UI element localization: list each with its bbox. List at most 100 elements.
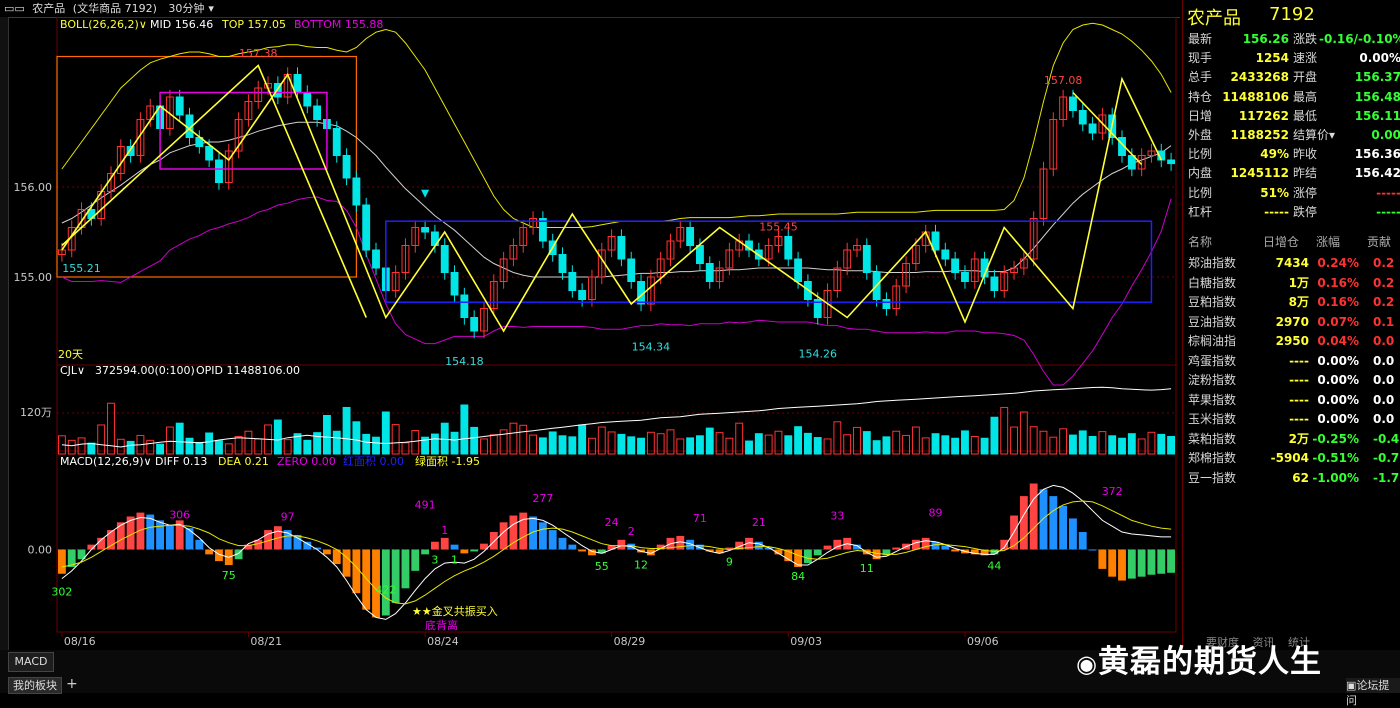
table-row[interactable]: 豆一指数 62 -1.00% -1.7: [1183, 469, 1400, 488]
table-row[interactable]: 苹果指数 ---- 0.00% 0.0: [1183, 391, 1400, 410]
volume-bar: [175, 422, 184, 455]
quote-value: 49%: [1260, 147, 1289, 162]
macd-annotation: 9: [726, 555, 733, 568]
volume-bar: [165, 426, 174, 455]
quote-value: 0.00%: [1359, 51, 1400, 66]
macd-bar: [1069, 518, 1077, 550]
x-tick-label: 09/06: [967, 635, 999, 648]
title-bar: ▭▭ 农产品 (文华商品 7192) 30分钟 ▾: [0, 0, 1180, 18]
trend-line: [61, 72, 1163, 333]
macd-bar: [470, 549, 479, 552]
window-icon[interactable]: ▭▭: [4, 2, 25, 15]
volume-bar: [362, 433, 371, 455]
macd-bar: [489, 532, 498, 550]
table-row[interactable]: 郑棉指数 -5904 -0.51% -0.7: [1183, 449, 1400, 468]
macd-bar: [578, 549, 587, 552]
volume-bar: [322, 415, 331, 455]
macd-annotation: 2: [628, 525, 635, 538]
volume-bar: [745, 440, 753, 455]
my-sector-tab[interactable]: 我的板块: [8, 677, 62, 694]
table-row[interactable]: 鸡蛋指数 ---- 0.00% 0.0: [1183, 352, 1400, 371]
volume-bar: [666, 429, 675, 455]
volume-bar: [705, 427, 714, 455]
macd-bar: [450, 544, 459, 550]
index-name: 鸡蛋指数: [1188, 353, 1237, 368]
candle-body: [617, 236, 626, 260]
volume-bar: [1118, 437, 1126, 455]
period-selector[interactable]: 30分钟 ▾: [164, 2, 214, 15]
macd-bar: [892, 547, 901, 550]
macd-bar: [754, 541, 763, 550]
candle-body: [205, 146, 214, 161]
table-row[interactable]: 淀粉指数 ---- 0.00% 0.0: [1183, 371, 1400, 390]
candle-body: [705, 263, 714, 282]
index-contrib: -1.7: [1373, 470, 1400, 485]
quote-label: 跌停: [1293, 204, 1318, 219]
macd-bar: [1019, 496, 1028, 550]
price-annotation: 155.45: [759, 221, 798, 234]
index-oi: -5904: [1270, 451, 1309, 465]
candle-body: [568, 272, 577, 291]
macd-annotation: 33: [830, 509, 844, 522]
forum-button[interactable]: ▣论坛提问: [1346, 678, 1400, 707]
volume-bar: [1167, 436, 1176, 455]
volume-bar: [862, 431, 871, 455]
macd-bar: [460, 549, 469, 554]
volume-bar: [931, 433, 940, 455]
volume-bar: [853, 426, 861, 455]
column-header[interactable]: 名称: [1188, 233, 1212, 252]
index-change: 0.00%: [1317, 353, 1359, 368]
index-name: 豆粕指数: [1188, 295, 1237, 309]
volume-bar: [1010, 426, 1018, 455]
macd-bar: [1059, 505, 1068, 550]
table-row[interactable]: 白糖指数 1万 0.16% 0.2: [1183, 274, 1400, 293]
add-tab-icon[interactable]: +: [66, 676, 78, 692]
macd-bar: [1049, 496, 1058, 550]
candle-body: [313, 105, 322, 120]
candle-body: [862, 245, 871, 273]
x-tick-label: 08/16: [64, 635, 96, 648]
volume-bar: [794, 426, 803, 455]
quote-value: 0.00: [1371, 128, 1400, 142]
macd-tab[interactable]: MACD: [8, 652, 54, 672]
macd-zero-label: 0.00: [28, 544, 53, 557]
zone-box: [56, 55, 357, 278]
quote-label: 比例: [1188, 147, 1213, 162]
macd-bar: [1029, 483, 1038, 550]
boll-label: BOLL(26,26,2)∨: [60, 18, 147, 31]
quote-value: 51%: [1260, 185, 1289, 200]
candle-body: [372, 249, 380, 269]
volume-bar: [813, 437, 822, 455]
volume-bar: [548, 431, 557, 455]
table-row[interactable]: 豆粕指数 8万 0.16% 0.2: [1183, 293, 1400, 312]
volume-bar: [381, 411, 390, 455]
volume-bar: [460, 404, 469, 455]
table-row[interactable]: 菜粕指数 2万 -0.25% -0.4: [1183, 430, 1400, 449]
macd-bar: [1098, 549, 1107, 569]
column-header[interactable]: 涨幅: [1316, 233, 1340, 252]
table-row[interactable]: 棕榈油指 2950 0.04% 0.0: [1183, 332, 1400, 351]
volume-bar: [273, 419, 282, 455]
boll-mid-label: MID 156.46: [150, 18, 213, 31]
column-header[interactable]: 贡献: [1367, 233, 1391, 252]
index-oi: 1万: [1288, 275, 1309, 290]
watermark: ◉黄磊的期货人生: [1076, 644, 1322, 680]
index-contrib: 0.2: [1373, 256, 1395, 270]
quote-value: 156.37: [1354, 70, 1400, 85]
index-name: 豆一指数: [1188, 470, 1237, 485]
macd-bar: [430, 541, 439, 550]
index-contrib: 0.2: [1373, 295, 1395, 309]
index-name: 郑油指数: [1188, 256, 1237, 270]
candle-body: [293, 74, 302, 93]
volume-bar: [470, 426, 479, 455]
table-row[interactable]: 玉米指数 ---- 0.00% 0.0: [1183, 410, 1400, 429]
macd-bar: [911, 539, 920, 550]
table-row[interactable]: 豆油指数 2970 0.07% 0.1: [1183, 313, 1400, 332]
macd-bar: [1088, 549, 1097, 551]
column-header[interactable]: 日增仓: [1263, 233, 1299, 252]
chart-area[interactable]: 156.00155.00120万0.00157.38155.21154.1815…: [0, 17, 1180, 650]
table-row[interactable]: 郑油指数 7434 0.24% 0.2: [1183, 254, 1400, 273]
volume-bar: [342, 406, 351, 455]
diff-label: DIFF 0.13: [155, 455, 207, 468]
volume-bar: [1137, 438, 1146, 455]
